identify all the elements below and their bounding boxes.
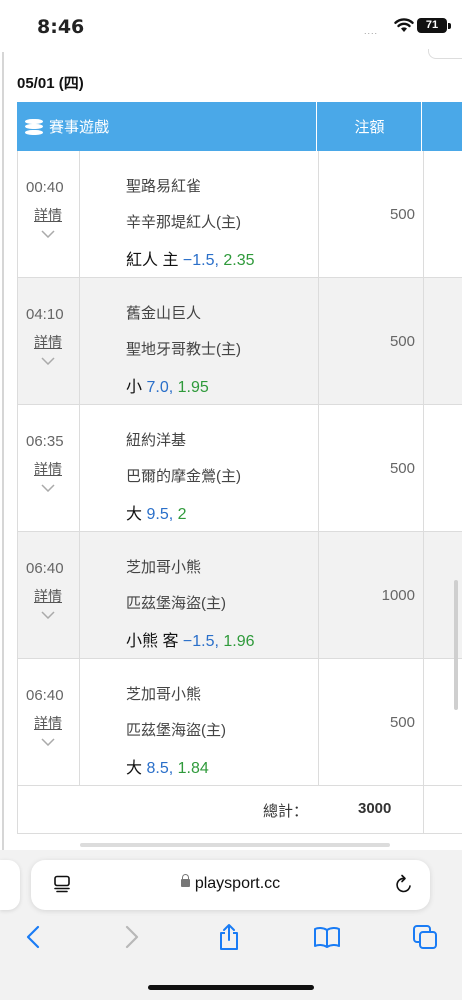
cell-divider [423,786,424,834]
cell-divider [423,278,424,404]
cell-divider [423,151,424,277]
total-row: 總計： 3000 [17,786,462,834]
bet-pick: 大 8.5, 1.84 [126,754,209,778]
status-bar: 8:46 .... 71 [0,0,462,50]
pick-label: 大 [126,760,143,777]
team-away: 舊金山巨人 [126,305,202,322]
bet-odds: 1.84 [177,760,209,777]
bet-amount: 500 [389,205,415,223]
vertical-scrollbar[interactable] [454,580,458,710]
battery-nub [448,23,451,29]
chevron-down-icon[interactable] [41,484,55,492]
team-home: 巴爾的摩金鶯(主) [126,468,241,485]
date-header: 05/01 (四) [17,75,84,92]
bet-line: 7.0, [146,379,174,396]
top-card-edge [428,49,462,59]
detail-link[interactable]: 詳情 [34,459,62,479]
detail-link[interactable]: 詳情 [34,586,62,606]
header-game: 賽事遊戲 [17,102,317,151]
header-amount: 注額 [318,102,422,151]
chevron-down-icon[interactable] [41,357,55,365]
bets-table: 賽事遊戲 注額 00:40 詳情 聖路易紅雀 辛辛那堤紅人(主) 紅人 主 −1… [17,102,462,834]
chevron-left-icon [26,925,40,949]
chevron-right-icon [125,925,139,949]
bet-odds: 1.95 [177,379,209,396]
bet-line: 8.5, [146,760,174,777]
table-row: 06:40 詳情 芝加哥小熊 匹茲堡海盜(主) 大 8.5, 1.84 500 [17,659,462,786]
pick-label: 小 [126,379,143,396]
header-game-label: 賽事遊戲 [49,119,110,136]
bet-odds: 1.96 [223,633,255,650]
cell-divider [423,532,424,658]
team-home: 聖地牙哥教士(主) [126,341,241,358]
total-value: 3000 [358,800,392,817]
bookmarks-button[interactable] [312,922,342,952]
detail-link[interactable]: 詳情 [34,205,62,225]
url-text[interactable]: playsport.cc [31,874,430,893]
table-header: 賽事遊戲 注額 [17,102,462,151]
share-button[interactable] [214,922,244,952]
signal-icon: .... [364,26,379,36]
bet-line: −1.5, [182,633,219,650]
url-domain: playsport.cc [194,875,281,892]
table-row: 04:10 詳情 舊金山巨人 聖地牙哥教士(主) 小 7.0, 1.95 500 [17,278,462,405]
team-away: 聖路易紅雀 [126,178,202,195]
game-time: 06:40 [26,560,64,577]
bet-odds: 2.35 [223,252,255,269]
bet-amount: 500 [389,332,415,350]
bet-odds: 2 [177,506,187,523]
reload-icon[interactable] [394,873,414,895]
horizontal-scrollbar[interactable] [80,843,390,847]
left-edge-divider [2,52,4,852]
pick-label: 紅人 主 [126,252,179,269]
table-row: 06:40 詳情 芝加哥小熊 匹茲堡海盜(主) 小熊 客 −1.5, 1.96 … [17,532,462,659]
table-row: 06:35 詳情 紐約洋基 巴爾的摩金鶯(主) 大 9.5, 2 500 [17,405,462,532]
tabs-icon [413,925,437,949]
cell-divider [423,405,424,531]
previous-tab-card[interactable] [0,860,20,910]
bet-pick: 小熊 客 −1.5, 1.96 [126,627,255,651]
bet-amount: 500 [389,713,415,731]
bet-amount: 1000 [381,586,415,604]
total-label: 總計： [263,803,309,820]
game-time: 06:40 [26,687,64,704]
table-row: 00:40 詳情 聖路易紅雀 辛辛那堤紅人(主) 紅人 主 −1.5, 2.35… [17,151,462,278]
team-home: 匹茲堡海盜(主) [126,722,226,739]
database-icon [25,118,43,135]
bet-pick: 大 9.5, 2 [126,500,187,524]
share-icon [220,924,238,950]
pick-label: 大 [126,506,143,523]
forward-button[interactable] [117,922,147,952]
detail-link[interactable]: 詳情 [34,713,62,733]
team-away: 紐約洋基 [126,432,187,449]
bet-pick: 小 7.0, 1.95 [126,373,209,397]
status-time: 8:46 [37,16,85,38]
chevron-down-icon[interactable] [41,230,55,238]
team-home: 匹茲堡海盜(主) [126,595,226,612]
detail-link[interactable]: 詳情 [34,332,62,352]
bet-amount: 500 [389,459,415,477]
battery-icon: 71 [417,18,447,33]
game-time: 04:10 [26,306,64,323]
cell-divider [423,659,424,785]
game-time: 00:40 [26,179,64,196]
wifi-icon [394,18,414,32]
chevron-down-icon[interactable] [41,738,55,746]
pick-label: 小熊 客 [126,633,179,650]
lock-icon [180,874,190,887]
book-icon [314,926,340,948]
tabs-button[interactable] [410,922,440,952]
chevron-down-icon[interactable] [41,611,55,619]
back-button[interactable] [18,922,48,952]
bet-line: −1.5, [182,252,219,269]
bet-line: 9.5, [146,506,174,523]
home-indicator [148,985,314,990]
bet-pick: 紅人 主 −1.5, 2.35 [126,246,255,270]
team-away: 芝加哥小熊 [126,686,202,703]
game-time: 06:35 [26,433,64,450]
team-home: 辛辛那堤紅人(主) [126,214,241,231]
address-bar[interactable]: playsport.cc [31,860,430,910]
team-away: 芝加哥小熊 [126,559,202,576]
